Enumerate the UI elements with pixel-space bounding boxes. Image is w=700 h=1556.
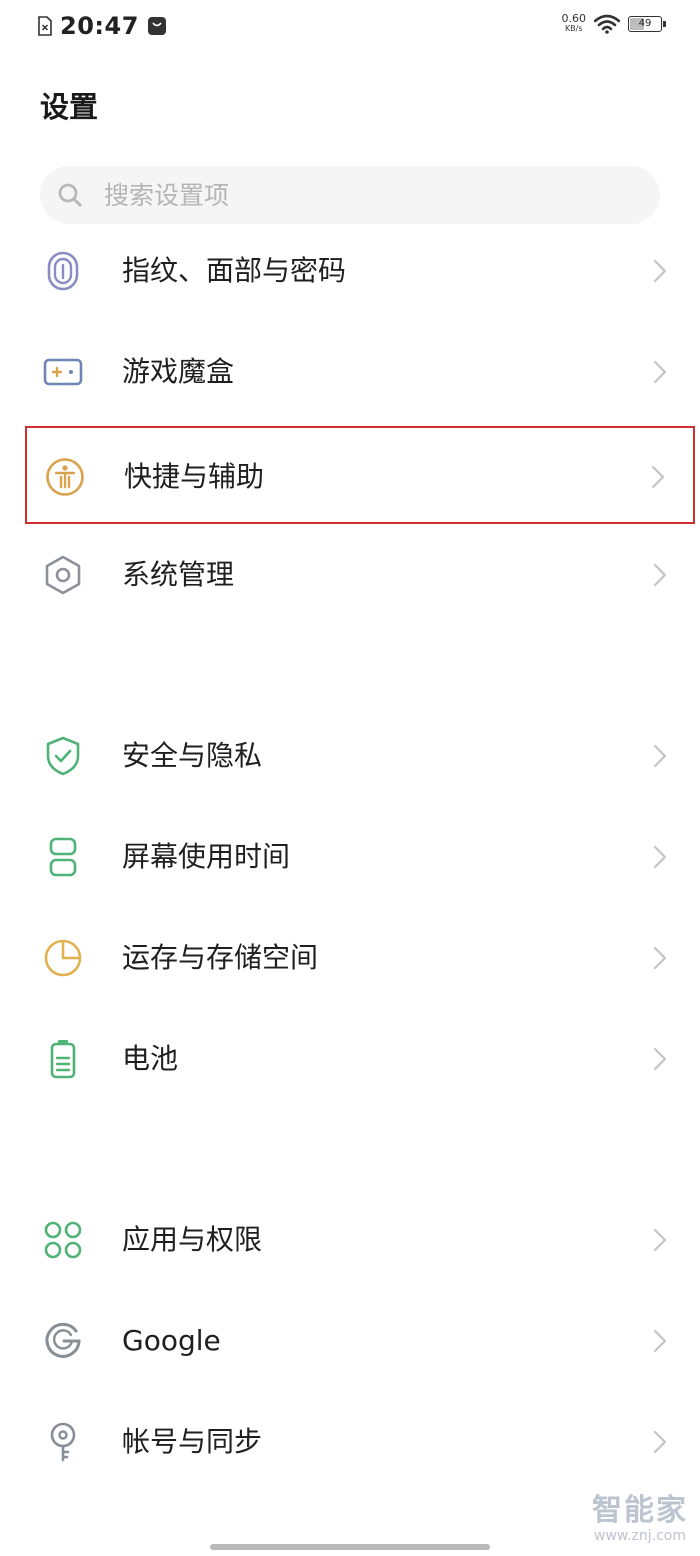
status-time: 20:47 (60, 12, 139, 40)
chevron-right-icon (653, 563, 667, 587)
settings-item-screen-time[interactable]: 屏幕使用时间 (25, 808, 695, 906)
home-indicator[interactable] (210, 1544, 490, 1550)
system-hexagon-icon (45, 555, 81, 595)
battery-level: 49 (638, 18, 652, 29)
chevron-right-icon (653, 845, 667, 869)
chevron-right-icon (653, 946, 667, 970)
settings-item-label: 系统管理 (122, 558, 235, 591)
game-controller-icon (43, 358, 83, 386)
watermark-name: 智能家 (592, 1493, 688, 1528)
chevron-right-icon (653, 744, 667, 768)
status-left: 20:47 (38, 12, 167, 40)
wifi-icon (594, 14, 620, 34)
settings-item-label: 运存与存储空间 (122, 941, 319, 974)
chevron-right-icon (653, 1047, 667, 1071)
settings-item-label: 电池 (122, 1042, 179, 1075)
network-speed: 0.60 KB/s (561, 12, 587, 34)
search-bar[interactable] (40, 166, 660, 224)
page-title: 设置 (40, 90, 99, 124)
settings-item-system-management[interactable]: 系统管理 (25, 526, 695, 624)
chevron-right-icon (653, 259, 667, 283)
shield-check-icon (46, 736, 80, 776)
settings-item-label: 指纹、面部与密码 (122, 254, 347, 287)
status-right: 0.60 KB/s 49 (561, 12, 666, 34)
apps-grid-icon (44, 1221, 82, 1259)
settings-item-label: 帐号与同步 (122, 1425, 263, 1458)
settings-item-apps-permissions[interactable]: 应用与权限 (25, 1191, 695, 1289)
chevron-right-icon (651, 465, 665, 489)
settings-item-account-sync[interactable]: 帐号与同步 (25, 1393, 695, 1491)
settings-item-label: 游戏魔盒 (122, 355, 235, 388)
settings-item-memory-storage[interactable]: 运存与存储空间 (25, 909, 695, 1007)
accessibility-icon (46, 458, 84, 496)
battery-icon (50, 1040, 76, 1079)
sim-card-icon (38, 16, 52, 36)
settings-item-shortcuts-accessibility[interactable]: 快捷与辅助 (25, 426, 695, 524)
watermark: 智能家 www.znj.com (592, 1493, 688, 1545)
battery-status-icon: 49 (628, 16, 666, 32)
chevron-right-icon (653, 360, 667, 384)
watermark-url: www.znj.com (594, 1528, 686, 1544)
pie-chart-icon (44, 939, 82, 977)
chevron-right-icon (653, 1430, 667, 1454)
fingerprint-icon (47, 251, 79, 291)
chevron-right-icon (653, 1329, 667, 1353)
hourglass-icon (49, 837, 77, 877)
chevron-right-icon (653, 1228, 667, 1252)
google-icon (45, 1322, 81, 1358)
settings-item-label: 安全与隐私 (122, 739, 263, 772)
account-key-icon (50, 1422, 76, 1462)
notification-bag-icon (147, 17, 166, 35)
network-speed-value: 0.60 (561, 12, 587, 25)
settings-item-fingerprint-face-password[interactable]: 指纹、面部与密码 (25, 222, 695, 320)
network-speed-unit: KB/s (564, 24, 583, 33)
settings-item-battery[interactable]: 电池 (25, 1010, 695, 1108)
settings-item-label: 快捷与辅助 (124, 460, 265, 493)
settings-item-game-box[interactable]: 游戏魔盒 (25, 323, 695, 421)
status-bar: 20:47 0.60 KB/s 49 (0, 0, 700, 56)
search-icon (58, 183, 82, 207)
settings-item-label: 屏幕使用时间 (122, 840, 291, 873)
settings-item-security-privacy[interactable]: 安全与隐私 (25, 707, 695, 805)
search-input[interactable] (102, 179, 586, 211)
settings-item-google[interactable]: Google (25, 1292, 695, 1390)
settings-item-label: 应用与权限 (122, 1223, 263, 1256)
settings-item-label: Google (122, 1324, 221, 1357)
